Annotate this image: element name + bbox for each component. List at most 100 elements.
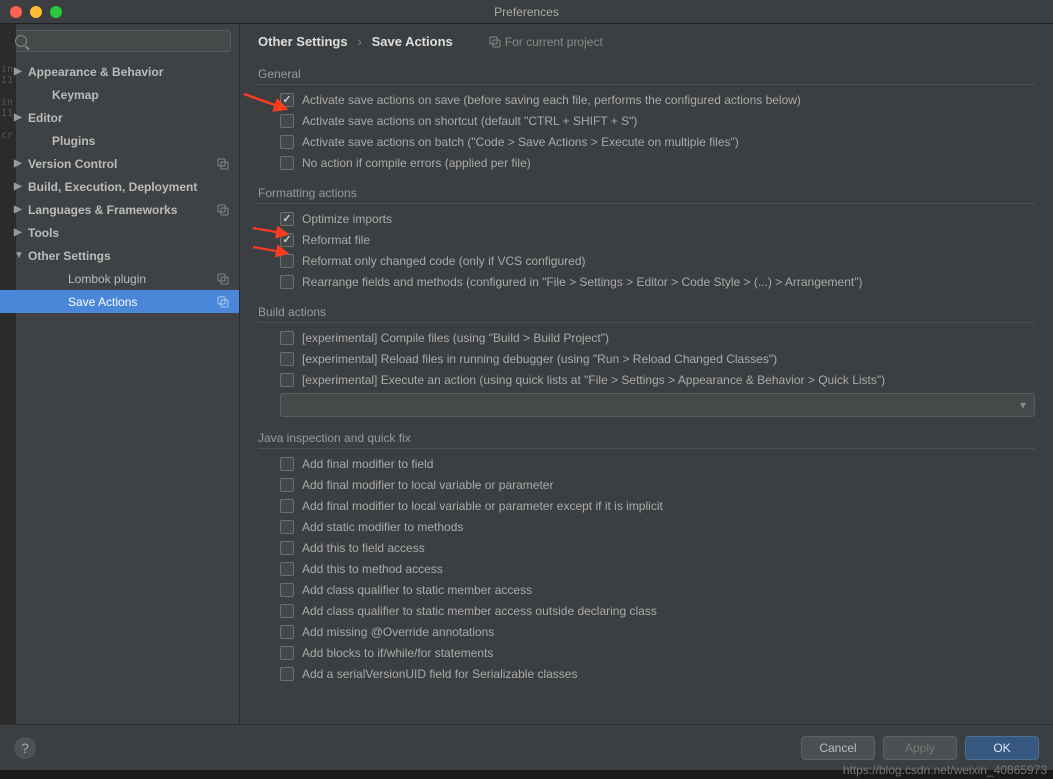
- sidebar-item-label: Tools: [28, 226, 59, 240]
- option-label: Add a serialVersionUID field for Seriali…: [302, 667, 577, 681]
- ok-button[interactable]: OK: [965, 736, 1039, 760]
- sidebar-item-appearance-behavior[interactable]: ▶ Appearance & Behavior: [0, 60, 239, 83]
- option-row: Reformat only changed code (only if VCS …: [280, 252, 1035, 270]
- scope-label: For current project: [489, 35, 603, 49]
- settings-tree: ▶ Appearance & Behavior Keymap ▶ Editor Plugi…: [0, 58, 239, 724]
- option-row: Rearrange fields and methods (configured…: [280, 273, 1035, 291]
- option-label: [experimental] Reload files in running d…: [302, 352, 777, 366]
- sidebar-item-label: Save Actions: [68, 295, 137, 309]
- option-row: [experimental] Execute an action (using …: [280, 371, 1035, 389]
- breadcrumb-leaf: Save Actions: [372, 34, 453, 49]
- option-row: Add this to method access: [280, 560, 1035, 578]
- tree-arrow-icon: ▶: [14, 227, 24, 238]
- option-row: Activate save actions on shortcut (defau…: [280, 112, 1035, 130]
- breadcrumb: Other Settings › Save Actions For curren…: [258, 34, 1035, 49]
- help-button[interactable]: ?: [14, 737, 36, 759]
- sidebar-item-tools[interactable]: ▶ Tools: [0, 221, 239, 244]
- option-label: [experimental] Compile files (using "Bui…: [302, 331, 609, 345]
- checkbox[interactable]: [280, 275, 294, 289]
- checkbox[interactable]: [280, 499, 294, 513]
- checkbox[interactable]: [280, 331, 294, 345]
- section-general: Activate save actions on save (before sa…: [258, 91, 1035, 172]
- main-area: ▶ Appearance & Behavior Keymap ▶ Editor Plugi…: [0, 24, 1053, 724]
- sidebar-item-keymap[interactable]: Keymap: [0, 83, 239, 106]
- tree-arrow-icon: ▶: [14, 112, 24, 123]
- checkbox[interactable]: [280, 93, 294, 107]
- checkbox[interactable]: [280, 156, 294, 170]
- chevron-right-icon: ›: [358, 35, 362, 49]
- sidebar-item-label: Keymap: [52, 88, 99, 102]
- checkbox[interactable]: [280, 625, 294, 639]
- checkbox[interactable]: [280, 254, 294, 268]
- tree-arrow-icon: ▶: [14, 158, 24, 169]
- checkbox[interactable]: [280, 562, 294, 576]
- option-row: Add this to field access: [280, 539, 1035, 557]
- option-label: Optimize imports: [302, 212, 392, 226]
- watermark: https://blog.csdn.net/weixin_40865973: [843, 763, 1047, 777]
- checkbox[interactable]: [280, 583, 294, 597]
- option-row: [experimental] Reload files in running d…: [280, 350, 1035, 368]
- section-java: Add final modifier to fieldAdd final mod…: [258, 455, 1035, 683]
- cancel-button[interactable]: Cancel: [801, 736, 875, 760]
- sidebar-item-lombok-plugin[interactable]: Lombok plugin: [0, 267, 239, 290]
- tree-arrow-icon: ▶: [14, 204, 24, 215]
- sidebar-item-version-control[interactable]: ▶ Version Control: [0, 152, 239, 175]
- window-title: Preferences: [0, 5, 1053, 19]
- checkbox[interactable]: [280, 114, 294, 128]
- section-build-title: Build actions: [258, 305, 1035, 323]
- tree-arrow-icon: ▼: [14, 250, 24, 261]
- option-row: Add class qualifier to static member acc…: [280, 602, 1035, 620]
- option-row: [experimental] Compile files (using "Bui…: [280, 329, 1035, 347]
- project-icon: [489, 36, 501, 48]
- checkbox[interactable]: [280, 478, 294, 492]
- sidebar-item-save-actions[interactable]: Save Actions: [0, 290, 239, 313]
- checkbox[interactable]: [280, 604, 294, 618]
- section-formatting: Optimize importsReformat fileReformat on…: [258, 210, 1035, 291]
- checkbox[interactable]: [280, 352, 294, 366]
- sidebar-item-label: Editor: [28, 111, 63, 125]
- sidebar-item-plugins[interactable]: Plugins: [0, 129, 239, 152]
- option-label: [experimental] Execute an action (using …: [302, 373, 885, 387]
- project-scope-icon: [217, 204, 229, 216]
- option-row: Activate save actions on batch ("Code > …: [280, 133, 1035, 151]
- checkbox[interactable]: [280, 233, 294, 247]
- sidebar-item-build-execution-deployment[interactable]: ▶Build, Execution, Deployment: [0, 175, 239, 198]
- checkbox[interactable]: [280, 541, 294, 555]
- checkbox[interactable]: [280, 646, 294, 660]
- checkbox[interactable]: [280, 520, 294, 534]
- sidebar-item-editor[interactable]: ▶ Editor: [0, 106, 239, 129]
- checkbox[interactable]: [280, 457, 294, 471]
- apply-button[interactable]: Apply: [883, 736, 957, 760]
- section-general-title: General: [258, 67, 1035, 85]
- option-row: Add final modifier to local variable or …: [280, 476, 1035, 494]
- option-label: Activate save actions on save (before sa…: [302, 93, 801, 107]
- titlebar: Preferences: [0, 0, 1053, 24]
- sidebar-item-label: Appearance & Behavior: [28, 65, 163, 79]
- project-scope-icon: [217, 158, 229, 170]
- option-label: Add class qualifier to static member acc…: [302, 583, 532, 597]
- option-label: Add this to field access: [302, 541, 425, 555]
- checkbox[interactable]: [280, 667, 294, 681]
- option-label: Add missing @Override annotations: [302, 625, 494, 639]
- tree-arrow-icon: ▶: [14, 66, 24, 77]
- option-label: Activate save actions on batch ("Code > …: [302, 135, 739, 149]
- section-java-title: Java inspection and quick fix: [258, 431, 1035, 449]
- sidebar-item-label: Lombok plugin: [68, 272, 146, 286]
- checkbox[interactable]: [280, 135, 294, 149]
- execute-action-select[interactable]: [280, 393, 1035, 417]
- project-scope-icon: [217, 296, 229, 308]
- section-formatting-title: Formatting actions: [258, 186, 1035, 204]
- option-row: Optimize imports: [280, 210, 1035, 228]
- option-label: Add static modifier to methods: [302, 520, 463, 534]
- option-row: Add missing @Override annotations: [280, 623, 1035, 641]
- checkbox[interactable]: [280, 373, 294, 387]
- checkbox[interactable]: [280, 212, 294, 226]
- breadcrumb-root[interactable]: Other Settings: [258, 34, 348, 49]
- sidebar-item-label: Build, Execution, Deployment: [28, 180, 197, 194]
- option-row: Add class qualifier to static member acc…: [280, 581, 1035, 599]
- search-input[interactable]: [8, 30, 231, 52]
- option-label: Add blocks to if/while/for statements: [302, 646, 493, 660]
- sidebar-item-languages-frameworks[interactable]: ▶Languages & Frameworks: [0, 198, 239, 221]
- sidebar-item-label: Version Control: [28, 157, 117, 171]
- sidebar-item-other-settings[interactable]: ▼Other Settings: [0, 244, 239, 267]
